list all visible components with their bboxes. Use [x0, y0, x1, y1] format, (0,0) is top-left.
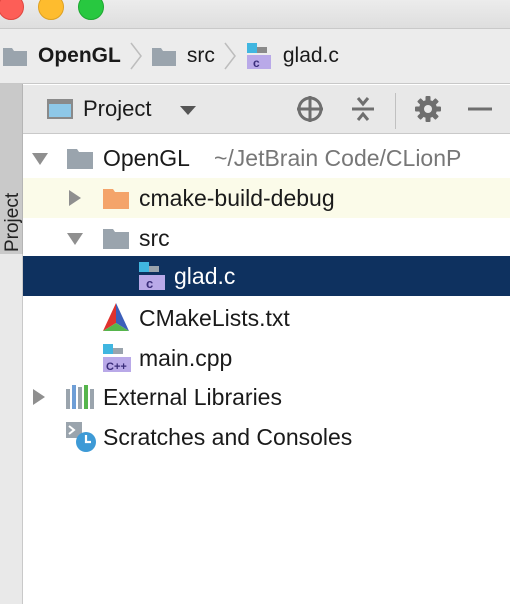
tree-row-src[interactable]: src	[23, 218, 510, 258]
tree-item-label: Scratches and Consoles	[103, 423, 353, 450]
chevron-right-icon	[130, 42, 142, 70]
left-tool-strip	[0, 254, 23, 604]
folder-icon	[3, 48, 27, 66]
collapse-icon	[352, 97, 374, 121]
collapsed-arrow-icon[interactable]	[69, 190, 81, 206]
folder-icon	[67, 149, 93, 169]
collapsed-arrow-icon[interactable]	[33, 389, 45, 405]
breadcrumb-item-opengl[interactable]: OpenGL	[2, 29, 121, 83]
svg-text:c: c	[146, 276, 153, 291]
tree-row-scratches[interactable]: Scratches and Consoles	[23, 417, 510, 457]
tree-row-external-libraries[interactable]: External Libraries	[23, 377, 510, 417]
breadcrumb-item-src[interactable]: src	[151, 29, 215, 83]
minimize-window-button[interactable]	[38, 0, 64, 20]
tree-item-label: main.cpp	[139, 344, 233, 371]
c-file-icon: c	[139, 262, 165, 291]
folder-icon	[103, 229, 129, 249]
project-name: OpenGL	[103, 144, 190, 171]
close-window-button[interactable]	[0, 0, 24, 20]
folder-icon	[103, 189, 129, 209]
expand-arrow-icon[interactable]	[32, 153, 48, 165]
tree-item-label: External Libraries	[103, 383, 282, 410]
tree-item-label: OpenGL ~/JetBrain Code/CLionP	[103, 145, 461, 172]
locate-file-button[interactable]	[294, 93, 326, 125]
tree-row-cmakelists[interactable]: CMakeLists.txt	[23, 298, 510, 338]
project-view-icon	[47, 99, 73, 119]
gear-icon	[415, 96, 441, 122]
tree-item-label: CMakeLists.txt	[139, 304, 290, 331]
tree-row-main-cpp[interactable]: C++ main.cpp	[23, 338, 510, 378]
tree-row-glad-c[interactable]: c glad.c	[23, 256, 510, 296]
chevron-down-icon[interactable]	[180, 106, 196, 115]
svg-text:c: c	[253, 56, 260, 70]
expand-arrow-icon[interactable]	[67, 233, 83, 245]
window-titlebar	[0, 0, 510, 29]
c-file-icon: c	[246, 43, 271, 70]
scratch-icon	[66, 422, 96, 452]
tree-item-label: src	[139, 224, 170, 251]
settings-button[interactable]	[412, 93, 444, 125]
project-view-selector[interactable]: Project	[83, 85, 151, 133]
tree-row-opengl[interactable]: OpenGL ~/JetBrain Code/CLionP	[23, 138, 510, 178]
tree-row-cmake-build-debug[interactable]: cmake-build-debug	[23, 178, 510, 218]
tree-item-label: cmake-build-debug	[139, 184, 335, 211]
target-icon	[297, 96, 323, 122]
breadcrumb: OpenGL src c glad.c	[0, 29, 510, 84]
project-tree: OpenGL ~/JetBrain Code/CLionP cmake-build…	[23, 136, 510, 604]
project-panel-header: Project	[23, 85, 510, 134]
breadcrumb-label: glad.c	[282, 44, 339, 67]
toolbar-divider	[395, 93, 396, 129]
tree-item-label: glad.c	[174, 262, 236, 289]
breadcrumb-label: src	[186, 44, 215, 67]
collapse-all-button[interactable]	[347, 93, 379, 125]
library-icon	[66, 385, 94, 409]
project-path: ~/JetBrain Code/CLionP	[213, 144, 462, 171]
breadcrumb-item-glad-c[interactable]: c glad.c	[245, 29, 339, 83]
hide-panel-button[interactable]	[464, 93, 496, 125]
cmake-icon	[103, 303, 129, 331]
zoom-window-button[interactable]	[78, 0, 104, 20]
project-tool-window-tab[interactable]: 1: Project	[0, 84, 23, 273]
breadcrumb-label: OpenGL	[38, 44, 121, 67]
minimize-icon	[468, 107, 492, 111]
chevron-right-icon	[224, 42, 236, 70]
folder-icon	[151, 48, 176, 66]
cpp-file-icon: C++	[103, 344, 131, 373]
svg-text:C++: C++	[106, 361, 127, 373]
